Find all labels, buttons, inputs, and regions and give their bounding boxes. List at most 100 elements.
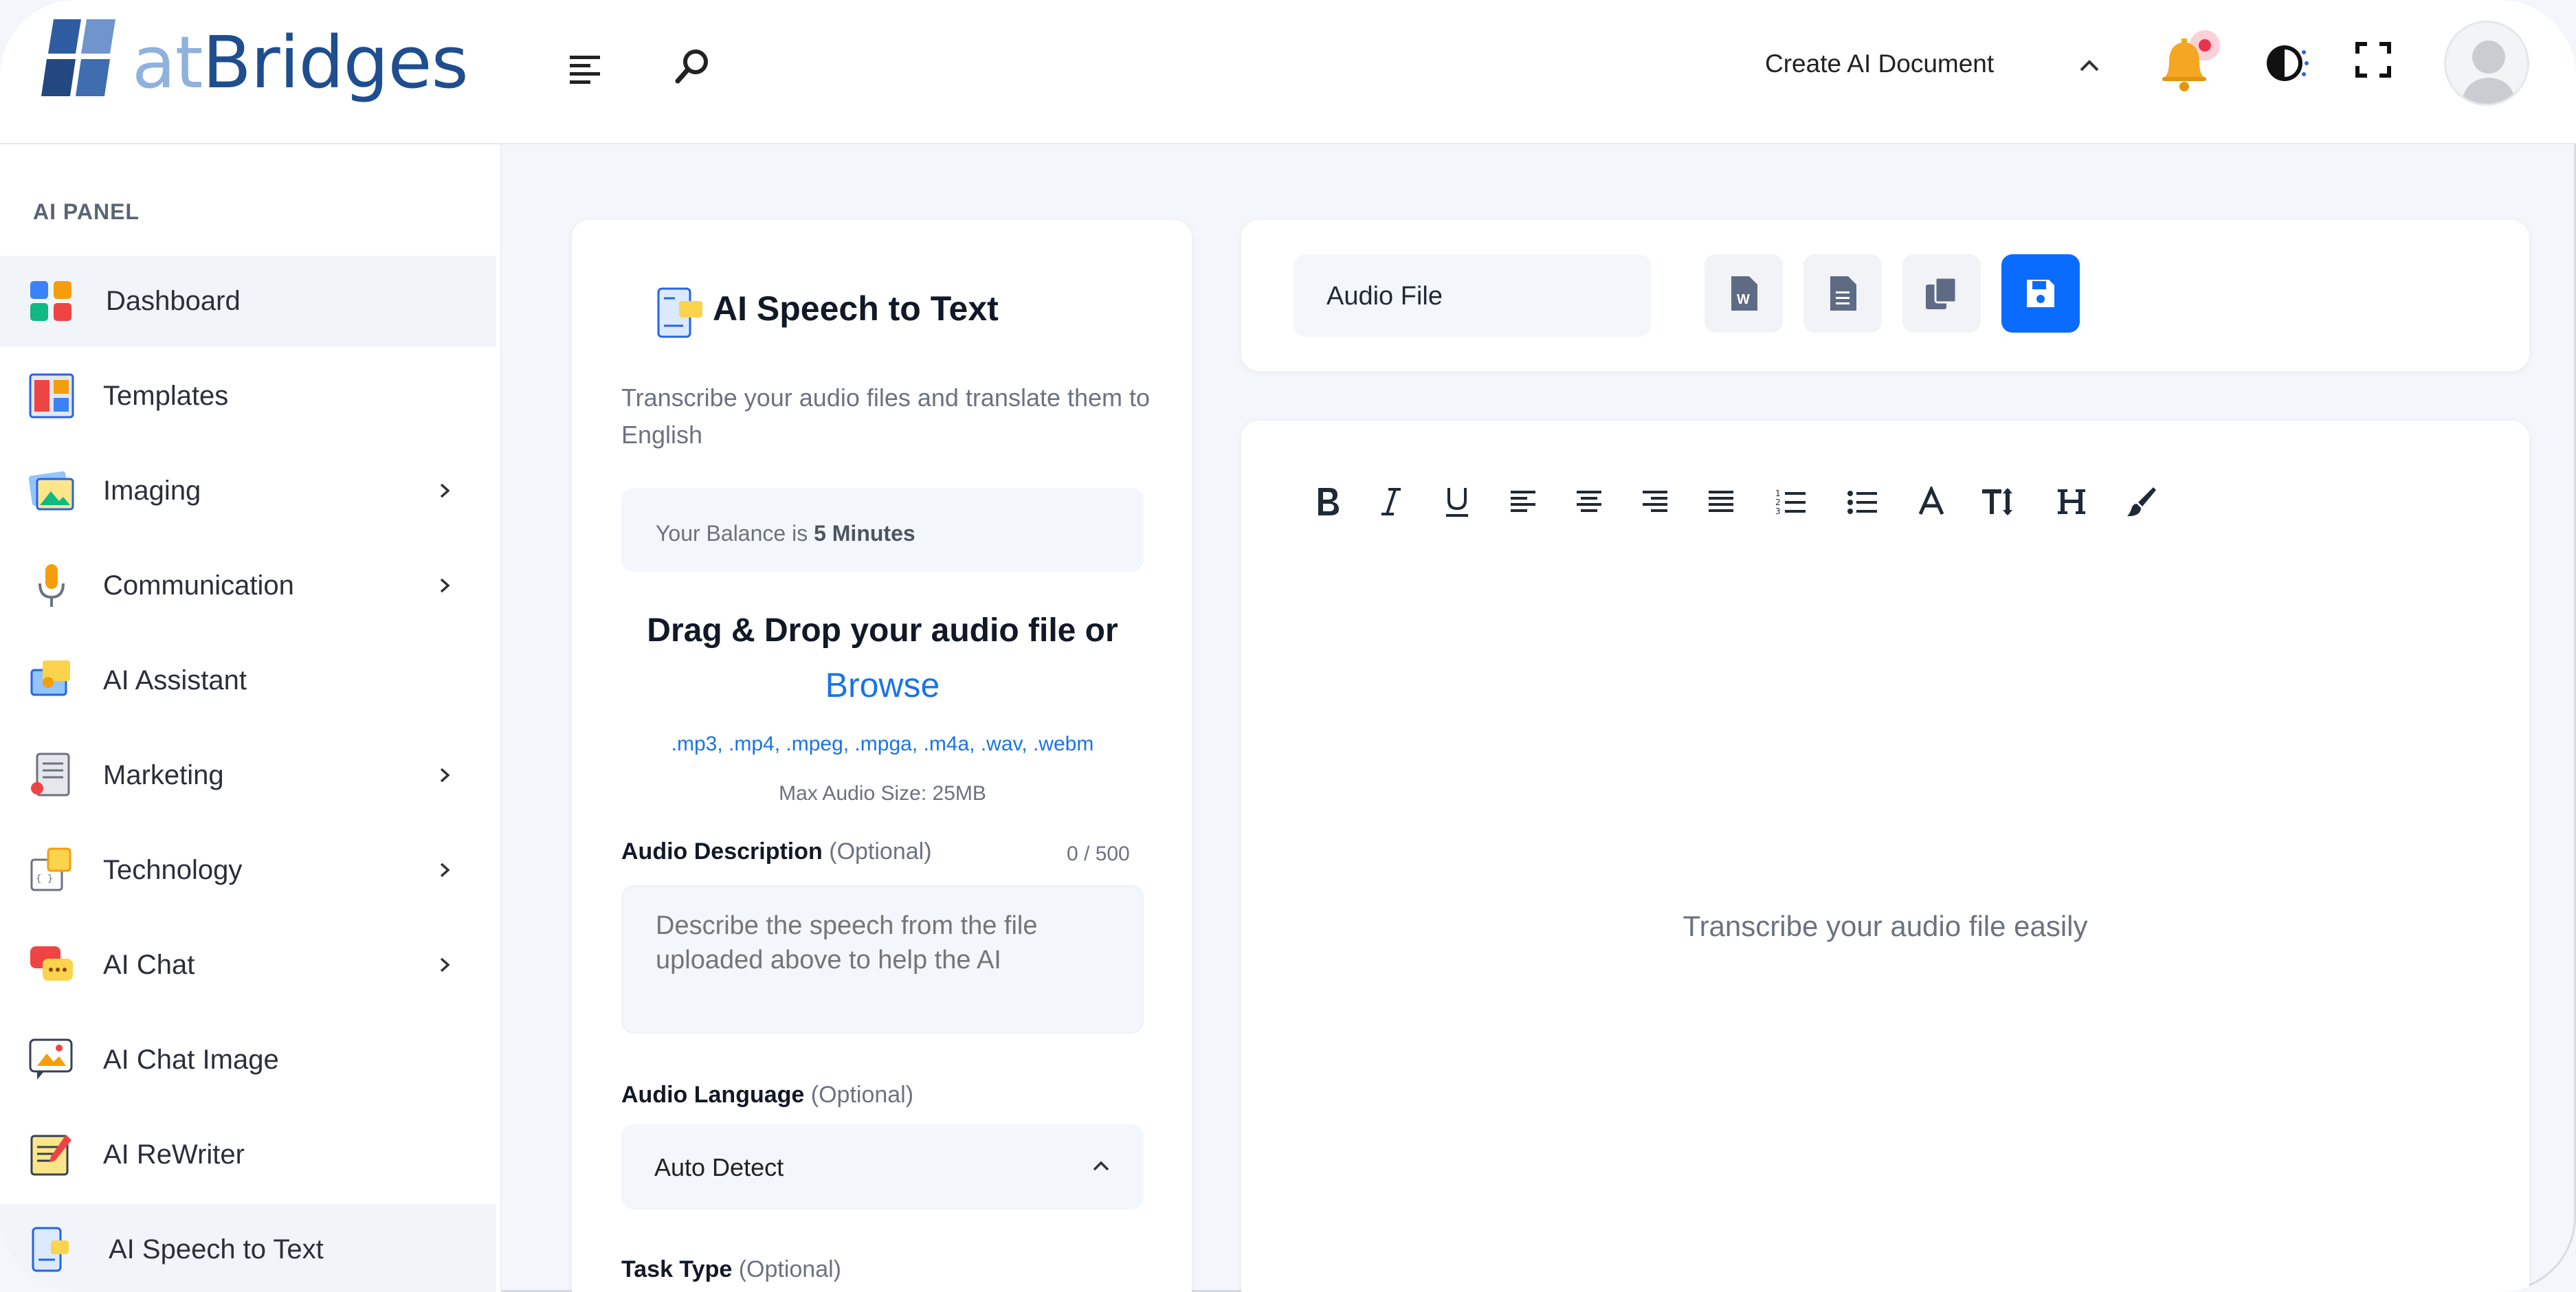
chevron-right-icon [440, 483, 450, 498]
svg-text:1: 1 [1775, 489, 1781, 498]
description-textarea[interactable] [621, 885, 1144, 1034]
theme-toggle-icon[interactable] [2258, 34, 2316, 92]
sidebar-item-label: Technology [103, 854, 243, 885]
align-justify-icon[interactable] [1700, 474, 1742, 529]
task-type-label: Task Type (Optional) [621, 1256, 841, 1283]
page-title: AI Speech to Text [713, 289, 999, 328]
task-type-label-text: Task Type [621, 1256, 733, 1282]
page-subtitle: Transcribe your audio files and translat… [621, 383, 1151, 449]
editor-card: 123 Transcribe your audio file easily [1241, 421, 2529, 1292]
export-word-button[interactable]: W [1705, 254, 1783, 333]
heading-icon[interactable] [2051, 474, 2092, 529]
chevron-up-icon [1093, 1161, 1109, 1171]
sidebar-item-ai-rewriter[interactable]: AI ReWriter [0, 1109, 496, 1200]
svg-text:{ }: { } [36, 873, 53, 884]
menu-toggle-icon[interactable] [565, 48, 606, 89]
sidebar-item-ai-chat-image[interactable]: AI Chat Image [0, 1014, 496, 1105]
search-icon[interactable] [671, 44, 715, 88]
svg-text:W: W [1737, 292, 1750, 307]
speech-to-text-icon [32, 1227, 69, 1272]
balance-box: Your Balance is 5 Minutes [621, 488, 1144, 572]
dropzone-title[interactable]: Drag & Drop your audio file or [621, 612, 1144, 649]
paint-brush-icon[interactable] [2121, 474, 2162, 529]
character-counter: 0 / 500 [1067, 843, 1130, 865]
align-left-icon[interactable] [1502, 474, 1544, 529]
sidebar-item-label: AI Assistant [103, 665, 247, 695]
browse-link[interactable]: Browse [621, 665, 1144, 705]
align-right-icon[interactable] [1634, 474, 1676, 529]
svg-text:2: 2 [1775, 498, 1781, 507]
app-window: atBridges Create AI Document AI PANEL Da… [0, 0, 2576, 1292]
editor-placeholder[interactable]: Transcribe your audio file easily [1241, 910, 2529, 943]
chevron-up-icon[interactable] [2076, 52, 2103, 80]
language-selected-value: Auto Detect [654, 1153, 784, 1181]
sidebar-item-label: Communication [103, 570, 294, 601]
sidebar-item-label: Imaging [103, 475, 201, 506]
chat-image-icon [29, 1038, 73, 1080]
fullscreen-icon[interactable] [2351, 37, 2396, 82]
word-document-icon: W [1731, 276, 1757, 311]
language-select[interactable]: Auto Detect [621, 1124, 1144, 1210]
create-ai-document-dropdown[interactable]: Create AI Document [1765, 49, 1994, 78]
sidebar-item-marketing[interactable]: Marketing [0, 730, 496, 821]
technology-icon: { } [30, 847, 71, 891]
sidebar: AI PANEL Dashboard Templates Imaging Com… [0, 144, 502, 1292]
balance-value: 5 Minutes [814, 521, 915, 546]
logo-icon [41, 19, 115, 96]
assistant-icon [30, 660, 70, 696]
ordered-list-icon[interactable]: 123 [1770, 474, 1812, 529]
rewriter-icon [30, 1135, 71, 1176]
align-center-icon[interactable] [1568, 474, 1610, 529]
italic-icon[interactable] [1370, 474, 1412, 529]
language-label: Audio Language (Optional) [621, 1082, 913, 1109]
sidebar-item-dashboard[interactable]: Dashboard [0, 256, 496, 346]
user-avatar[interactable] [2444, 21, 2529, 106]
logo-text: atBridges [132, 21, 469, 104]
sidebar-item-label: Templates [103, 380, 229, 411]
sidebar-item-ai-chat[interactable]: AI Chat [0, 920, 496, 1010]
optional-tag: (Optional) [810, 1082, 914, 1108]
text-size-icon[interactable] [1979, 474, 2021, 529]
sidebar-item-ai-speech-to-text[interactable]: AI Speech to Text [0, 1204, 496, 1292]
document-actions-card: Audio File W [1241, 220, 2529, 371]
templates-icon [29, 373, 74, 419]
document-name-input[interactable]: Audio File [1293, 254, 1651, 337]
optional-tag: (Optional) [738, 1256, 841, 1282]
chevron-right-icon [440, 957, 450, 972]
speech-to-text-icon [657, 287, 702, 338]
svg-text:3: 3 [1775, 506, 1781, 515]
allowed-extensions: .mp3, .mp4, .mpeg, .mpga, .m4a, .wav, .w… [671, 733, 1094, 755]
sidebar-item-ai-assistant[interactable]: AI Assistant [0, 635, 496, 726]
save-button[interactable] [2001, 254, 2080, 333]
notification-bell-icon[interactable] [2151, 27, 2220, 96]
max-size-note: Max Audio Size: 25MB [779, 782, 986, 805]
language-label-text: Audio Language [621, 1082, 805, 1108]
copy-button[interactable] [1902, 254, 1981, 333]
underline-icon[interactable] [1436, 474, 1478, 529]
sidebar-item-label: AI Speech to Text [109, 1234, 324, 1265]
marketing-icon [31, 753, 70, 797]
sidebar-item-technology[interactable]: { } Technology [0, 825, 496, 915]
sidebar-item-communication[interactable]: Communication [0, 540, 496, 631]
balance-prefix: Your Balance is [656, 521, 808, 546]
speech-to-text-form: AI Speech to Text Transcribe your audio … [572, 220, 1192, 1292]
description-label: Audio Description (Optional) [621, 838, 932, 865]
sidebar-item-label: Marketing [103, 759, 224, 790]
export-text-button[interactable] [1803, 254, 1882, 333]
logo-part-bridges: Bridges [202, 21, 469, 104]
bold-icon[interactable] [1307, 474, 1348, 529]
font-color-icon[interactable] [1911, 474, 1952, 529]
sidebar-item-imaging[interactable]: Imaging [0, 445, 496, 536]
text-document-icon [1830, 276, 1856, 311]
unordered-list-icon[interactable] [1842, 474, 1883, 529]
copy-icon [1926, 276, 1957, 309]
chevron-right-icon [440, 768, 450, 783]
chevron-right-icon [440, 578, 450, 593]
sidebar-item-templates[interactable]: Templates [0, 350, 496, 441]
sidebar-item-label: Dashboard [106, 285, 241, 316]
sidebar-item-label: AI Chat [103, 949, 195, 980]
save-icon [2027, 280, 2054, 307]
top-header: atBridges Create AI Document [0, 0, 2576, 144]
optional-tag: (Optional) [829, 838, 932, 865]
sidebar-item-label: AI Chat Image [103, 1044, 279, 1075]
